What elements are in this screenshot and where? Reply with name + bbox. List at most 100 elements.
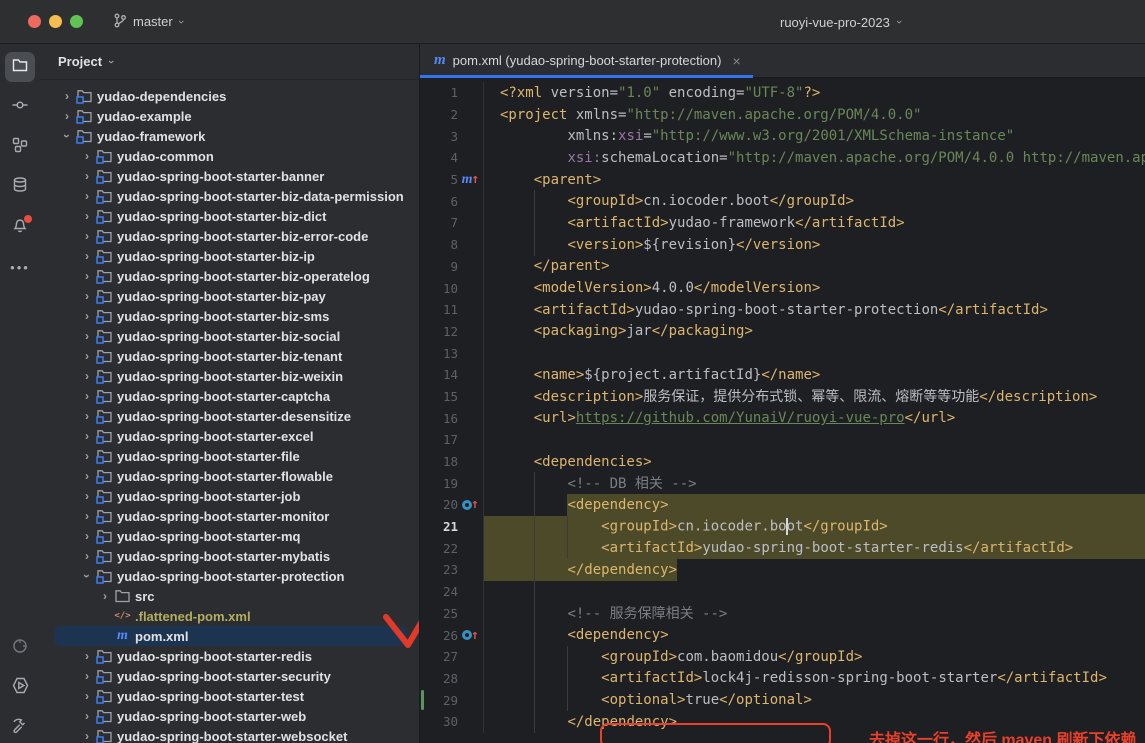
code-line-22[interactable]: 22 <artifactId>yudao-spring-boot-starter… <box>420 537 1145 559</box>
chevron-collapsed-icon[interactable]: › <box>80 469 94 483</box>
chevron-collapsed-icon[interactable]: › <box>98 589 112 603</box>
tree-item-yudao-spring-boot-starter-biz-data-permission[interactable]: ›yudao-spring-boot-starter-biz-data-perm… <box>40 186 419 206</box>
tree-item-yudao-spring-boot-starter-biz-tenant[interactable]: ›yudao-spring-boot-starter-biz-tenant <box>40 346 419 366</box>
tree-item-yudao-spring-boot-starter-test[interactable]: ›yudao-spring-boot-starter-test <box>40 686 419 706</box>
tree-item-yudao-spring-boot-starter-flowable[interactable]: ›yudao-spring-boot-starter-flowable <box>40 466 419 486</box>
chevron-collapsed-icon[interactable]: › <box>80 429 94 443</box>
commit-tool-button[interactable] <box>5 92 35 122</box>
tree-item-yudao-spring-boot-starter-protection[interactable]: ›yudao-spring-boot-starter-protection <box>40 566 419 586</box>
tree-item-yudao-spring-boot-starter-biz-pay[interactable]: ›yudao-spring-boot-starter-biz-pay <box>40 286 419 306</box>
tab-pom-xml[interactable]: m pom.xml (yudao-spring-boot-starter-pro… <box>420 44 753 77</box>
code-line-14[interactable]: 14 <name>${project.artifactId}</name> <box>420 364 1145 386</box>
tree-item-yudao-spring-boot-starter-security[interactable]: ›yudao-spring-boot-starter-security <box>40 666 419 686</box>
chevron-collapsed-icon[interactable]: › <box>80 229 94 243</box>
chevron-collapsed-icon[interactable]: › <box>80 489 94 503</box>
tree-item-yudao-spring-boot-starter-web[interactable]: ›yudao-spring-boot-starter-web <box>40 706 419 726</box>
code-line-16[interactable]: 16 <url>https://github.com/YunaiV/ruoyi-… <box>420 407 1145 429</box>
dependency-gutter-icon[interactable]: ↑ <box>458 497 483 512</box>
code-line-18[interactable]: 18 <dependencies> <box>420 451 1145 473</box>
tree-item-yudao-spring-boot-starter-redis[interactable]: ›yudao-spring-boot-starter-redis <box>40 646 419 666</box>
profiler-tool-button[interactable] <box>5 633 35 663</box>
tree-item-yudao-common[interactable]: ›yudao-common <box>40 146 419 166</box>
code-line-10[interactable]: 10 <modelVersion>4.0.0</modelVersion> <box>420 277 1145 299</box>
chevron-collapsed-icon[interactable]: › <box>80 709 94 723</box>
tree-item-yudao-example[interactable]: ›yudao-example <box>40 106 419 126</box>
code-line-25[interactable]: 25 <!-- 服务保障相关 --> <box>420 603 1145 625</box>
chevron-collapsed-icon[interactable]: › <box>80 549 94 563</box>
notifications-tool-button[interactable] <box>5 212 35 242</box>
code-line-13[interactable]: 13 <box>420 342 1145 364</box>
tree-item-yudao-spring-boot-starter-biz-sms[interactable]: ›yudao-spring-boot-starter-biz-sms <box>40 306 419 326</box>
chevron-collapsed-icon[interactable]: › <box>80 729 94 743</box>
chevron-collapsed-icon[interactable]: › <box>80 189 94 203</box>
chevron-collapsed-icon[interactable]: › <box>80 289 94 303</box>
project-title-widget[interactable]: ruoyi-vue-pro-2023 › <box>780 0 901 44</box>
chevron-collapsed-icon[interactable]: › <box>80 249 94 263</box>
code-line-7[interactable]: 7 <artifactId>yudao-framework</artifactI… <box>420 212 1145 234</box>
close-window-button[interactable] <box>28 15 41 28</box>
code-line-17[interactable]: 17 <box>420 429 1145 451</box>
chevron-collapsed-icon[interactable]: › <box>80 169 94 183</box>
tree-item-yudao-spring-boot-starter-monitor[interactable]: ›yudao-spring-boot-starter-monitor <box>40 506 419 526</box>
code-line-26[interactable]: 26↑ <dependency> <box>420 624 1145 646</box>
code-line-1[interactable]: 1<?xml version="1.0" encoding="UTF-8"?> <box>420 82 1145 104</box>
tree-item-yudao-spring-boot-starter-biz-social[interactable]: ›yudao-spring-boot-starter-biz-social <box>40 326 419 346</box>
code-line-27[interactable]: 27 <groupId>com.baomidou</groupId> <box>420 646 1145 668</box>
tree-item-yudao-spring-boot-starter-biz-error-code[interactable]: ›yudao-spring-boot-starter-biz-error-cod… <box>40 226 419 246</box>
maximize-window-button[interactable] <box>70 15 83 28</box>
code-line-4[interactable]: 4 xsi:schemaLocation="http://maven.apach… <box>420 147 1145 169</box>
code-line-6[interactable]: 6 <groupId>cn.iocoder.boot</groupId> <box>420 190 1145 212</box>
maven-parent-gutter-icon[interactable]: m↑ <box>458 172 483 188</box>
tree-item-yudao-framework[interactable]: ›yudao-framework <box>40 126 419 146</box>
tree-item--flattened-pom-xml[interactable]: </>.flattened-pom.xml <box>40 606 419 626</box>
chevron-collapsed-icon[interactable]: › <box>80 649 94 663</box>
chevron-collapsed-icon[interactable]: › <box>80 369 94 383</box>
code-line-8[interactable]: 8 <version>${revision}</version> <box>420 234 1145 256</box>
chevron-collapsed-icon[interactable]: › <box>80 269 94 283</box>
tree-item-yudao-spring-boot-starter-job[interactable]: ›yudao-spring-boot-starter-job <box>40 486 419 506</box>
code-line-15[interactable]: 15 <description>服务保证，提供分布式锁、幂等、限流、熔断等等功能… <box>420 386 1145 408</box>
chevron-collapsed-icon[interactable]: › <box>80 389 94 403</box>
chevron-collapsed-icon[interactable]: › <box>60 109 74 123</box>
tree-item-yudao-spring-boot-starter-mq[interactable]: ›yudao-spring-boot-starter-mq <box>40 526 419 546</box>
code-line-23[interactable]: 23 </dependency> <box>420 559 1145 581</box>
tree-item-yudao-spring-boot-starter-websocket[interactable]: ›yudao-spring-boot-starter-websocket <box>40 726 419 743</box>
code-line-2[interactable]: 2<project xmlns="http://maven.apache.org… <box>420 104 1145 126</box>
chevron-collapsed-icon[interactable]: › <box>80 449 94 463</box>
services-tool-button[interactable] <box>5 673 35 703</box>
minimize-window-button[interactable] <box>49 15 62 28</box>
code-line-5[interactable]: 5m↑ <parent> <box>420 169 1145 191</box>
tree-item-yudao-spring-boot-starter-biz-operatelog[interactable]: ›yudao-spring-boot-starter-biz-operatelo… <box>40 266 419 286</box>
code-line-12[interactable]: 12 <packaging>jar</packaging> <box>420 321 1145 343</box>
code-line-29[interactable]: 29 <optional>true</optional> <box>420 689 1145 711</box>
project-tool-button[interactable] <box>5 52 35 82</box>
code-line-20[interactable]: 20↑ <dependency> <box>420 494 1145 516</box>
tree-item-yudao-spring-boot-starter-desensitize[interactable]: ›yudao-spring-boot-starter-desensitize <box>40 406 419 426</box>
chevron-collapsed-icon[interactable]: › <box>80 669 94 683</box>
code-editor-area[interactable]: 去掉这一行，然后 maven 刷新下依赖 1<?xml version="1.0… <box>420 78 1145 743</box>
dependency-gutter-icon[interactable]: ↑ <box>458 628 483 643</box>
tree-item-yudao-spring-boot-starter-file[interactable]: ›yudao-spring-boot-starter-file <box>40 446 419 466</box>
chevron-collapsed-icon[interactable]: › <box>60 89 74 103</box>
tree-item-yudao-spring-boot-starter-biz-weixin[interactable]: ›yudao-spring-boot-starter-biz-weixin <box>40 366 419 386</box>
tree-item-pom-xml[interactable]: mpom.xml <box>40 626 419 646</box>
tree-item-yudao-spring-boot-starter-captcha[interactable]: ›yudao-spring-boot-starter-captcha <box>40 386 419 406</box>
chevron-expanded-icon[interactable]: › <box>80 569 94 583</box>
build-tool-button[interactable] <box>5 713 35 743</box>
chevron-collapsed-icon[interactable]: › <box>80 409 94 423</box>
code-line-3[interactable]: 3 xmlns:xsi="http://www.w3.org/2001/XMLS… <box>420 125 1145 147</box>
tree-item-yudao-spring-boot-starter-biz-ip[interactable]: ›yudao-spring-boot-starter-biz-ip <box>40 246 419 266</box>
code-line-11[interactable]: 11 <artifactId>yudao-spring-boot-starter… <box>420 299 1145 321</box>
close-tab-icon[interactable]: × <box>732 53 740 69</box>
chevron-collapsed-icon[interactable]: › <box>80 509 94 523</box>
tree-item-yudao-spring-boot-starter-excel[interactable]: ›yudao-spring-boot-starter-excel <box>40 426 419 446</box>
chevron-collapsed-icon[interactable]: › <box>80 209 94 223</box>
structure-tool-button[interactable] <box>5 132 35 162</box>
chevron-collapsed-icon[interactable]: › <box>80 349 94 363</box>
tree-item-yudao-spring-boot-starter-biz-dict[interactable]: ›yudao-spring-boot-starter-biz-dict <box>40 206 419 226</box>
more-tools-button[interactable]: ••• <box>5 252 35 282</box>
code-line-28[interactable]: 28 <artifactId>lock4j-redisson-spring-bo… <box>420 668 1145 690</box>
chevron-collapsed-icon[interactable]: › <box>80 149 94 163</box>
chevron-collapsed-icon[interactable]: › <box>80 529 94 543</box>
code-line-24[interactable]: 24 <box>420 581 1145 603</box>
